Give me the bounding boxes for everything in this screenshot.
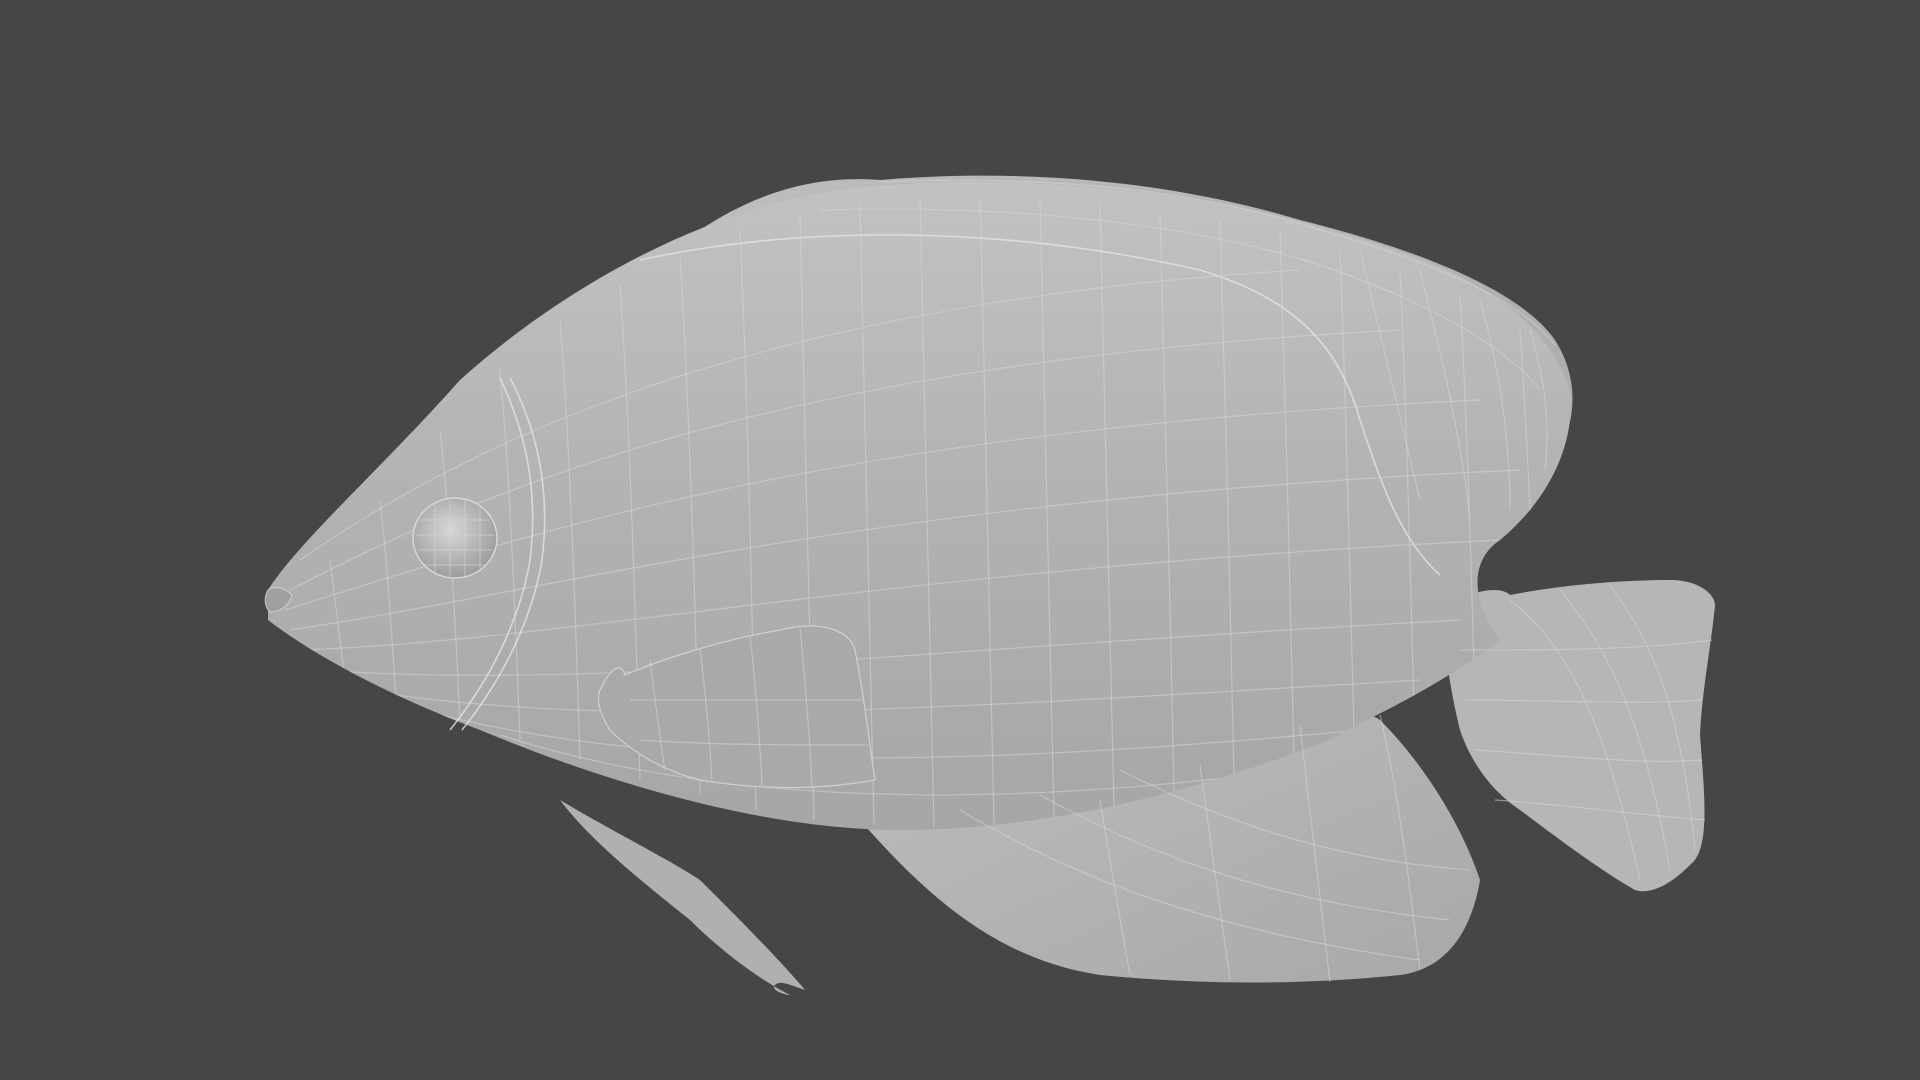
3d-viewport[interactable] <box>0 0 1920 1080</box>
fish-model <box>264 175 1715 995</box>
pelvic-fin <box>560 800 805 995</box>
eye <box>412 497 498 579</box>
